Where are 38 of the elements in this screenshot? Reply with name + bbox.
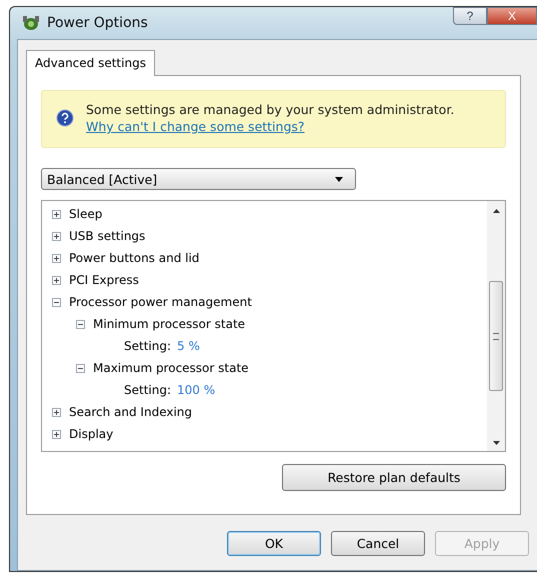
setting-value[interactable]: 100 % — [177, 383, 216, 397]
tree-item[interactable]: PCI Express — [69, 273, 139, 287]
scroll-up-icon[interactable] — [492, 209, 500, 213]
power-plug-icon — [21, 14, 41, 32]
expand-icon[interactable] — [52, 408, 61, 416]
collapse-icon[interactable] — [76, 320, 85, 328]
tree-item[interactable]: Search and Indexing — [69, 405, 192, 419]
tree-item[interactable]: Power buttons and lid — [69, 251, 200, 265]
tree-item[interactable]: Sleep — [69, 207, 102, 221]
help-icon — [56, 109, 74, 127]
scroll-thumb[interactable] — [489, 281, 503, 391]
collapse-icon[interactable] — [52, 298, 61, 306]
notice-text: Some settings are managed by your system administrator. — [86, 101, 454, 118]
expand-icon[interactable] — [52, 232, 61, 240]
tree-item[interactable]: Minimum processor state — [93, 317, 246, 331]
expand-icon[interactable] — [52, 254, 61, 262]
help-link[interactable]: Why can't I change some settings? — [86, 118, 305, 135]
setting-value[interactable]: 5 % — [177, 339, 200, 353]
dialog-button[interactable]: Cancel — [331, 531, 425, 556]
expand-icon[interactable] — [52, 276, 61, 284]
tree-item[interactable]: USB settings — [69, 229, 146, 243]
setting-label: Setting: — [124, 339, 172, 353]
scroll-down-icon[interactable] — [492, 441, 500, 445]
tree-item[interactable]: Display — [69, 427, 114, 441]
expand-icon[interactable] — [52, 210, 61, 218]
tree-item[interactable]: Processor power management — [69, 295, 252, 309]
dialog-button[interactable]: OK — [227, 531, 321, 556]
tab[interactable]: Advanced settings — [26, 50, 155, 76]
help-button[interactable]: ? — [453, 7, 487, 25]
scrollbar[interactable] — [487, 201, 505, 451]
restore-defaults-button[interactable]: Restore plan defaults — [282, 464, 506, 491]
collapse-icon[interactable] — [76, 364, 85, 372]
tree-item[interactable]: Maximum processor state — [93, 361, 249, 375]
setting-label: Setting: — [124, 383, 172, 397]
plan-dropdown[interactable]: Balanced [Active] — [41, 168, 356, 190]
expand-icon[interactable] — [52, 430, 61, 438]
dropdown-arrow-icon — [335, 176, 343, 182]
window-title: Power Options — [47, 15, 148, 31]
